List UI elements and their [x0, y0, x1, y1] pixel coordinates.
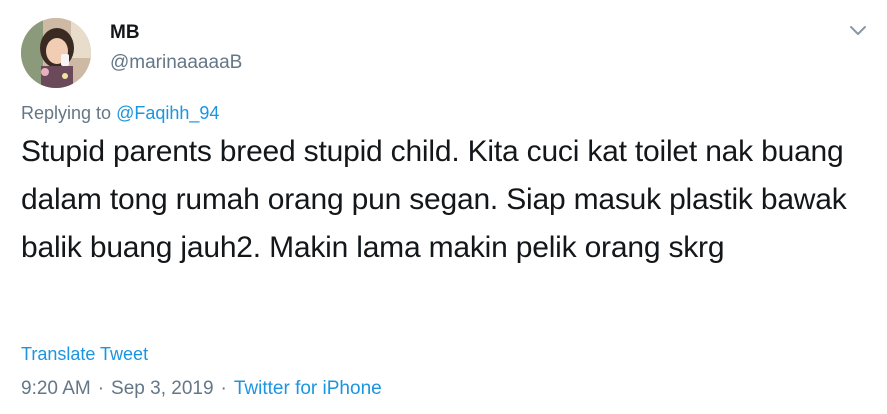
display-name[interactable]: MB: [110, 22, 140, 44]
translate-tweet-link[interactable]: Translate Tweet: [21, 343, 148, 365]
avatar[interactable]: [21, 18, 91, 88]
replying-to: Replying to @Faqihh_94: [21, 102, 219, 124]
tweet-source-link[interactable]: Twitter for iPhone: [234, 378, 382, 399]
meta-separator: ·: [97, 378, 105, 399]
tweet-meta: 9:20 AM · Sep 3, 2019 · Twitter for iPhone: [21, 378, 382, 400]
avatar-photo: [21, 18, 91, 88]
reply-to-link[interactable]: @Faqihh_94: [116, 103, 219, 123]
tweet-date[interactable]: Sep 3, 2019: [111, 378, 213, 399]
chevron-down-icon[interactable]: [846, 20, 870, 40]
user-handle[interactable]: @marinaaaaaB: [110, 52, 242, 74]
tweet-time[interactable]: 9:20 AM: [21, 378, 91, 399]
tweet-card: MB @marinaaaaaB Replying to @Faqihh_94 S…: [0, 0, 887, 414]
tweet-text: Stupid parents breed stupid child. Kita …: [21, 135, 847, 264]
replying-prefix: Replying to: [21, 103, 112, 123]
meta-separator: ·: [220, 378, 227, 399]
